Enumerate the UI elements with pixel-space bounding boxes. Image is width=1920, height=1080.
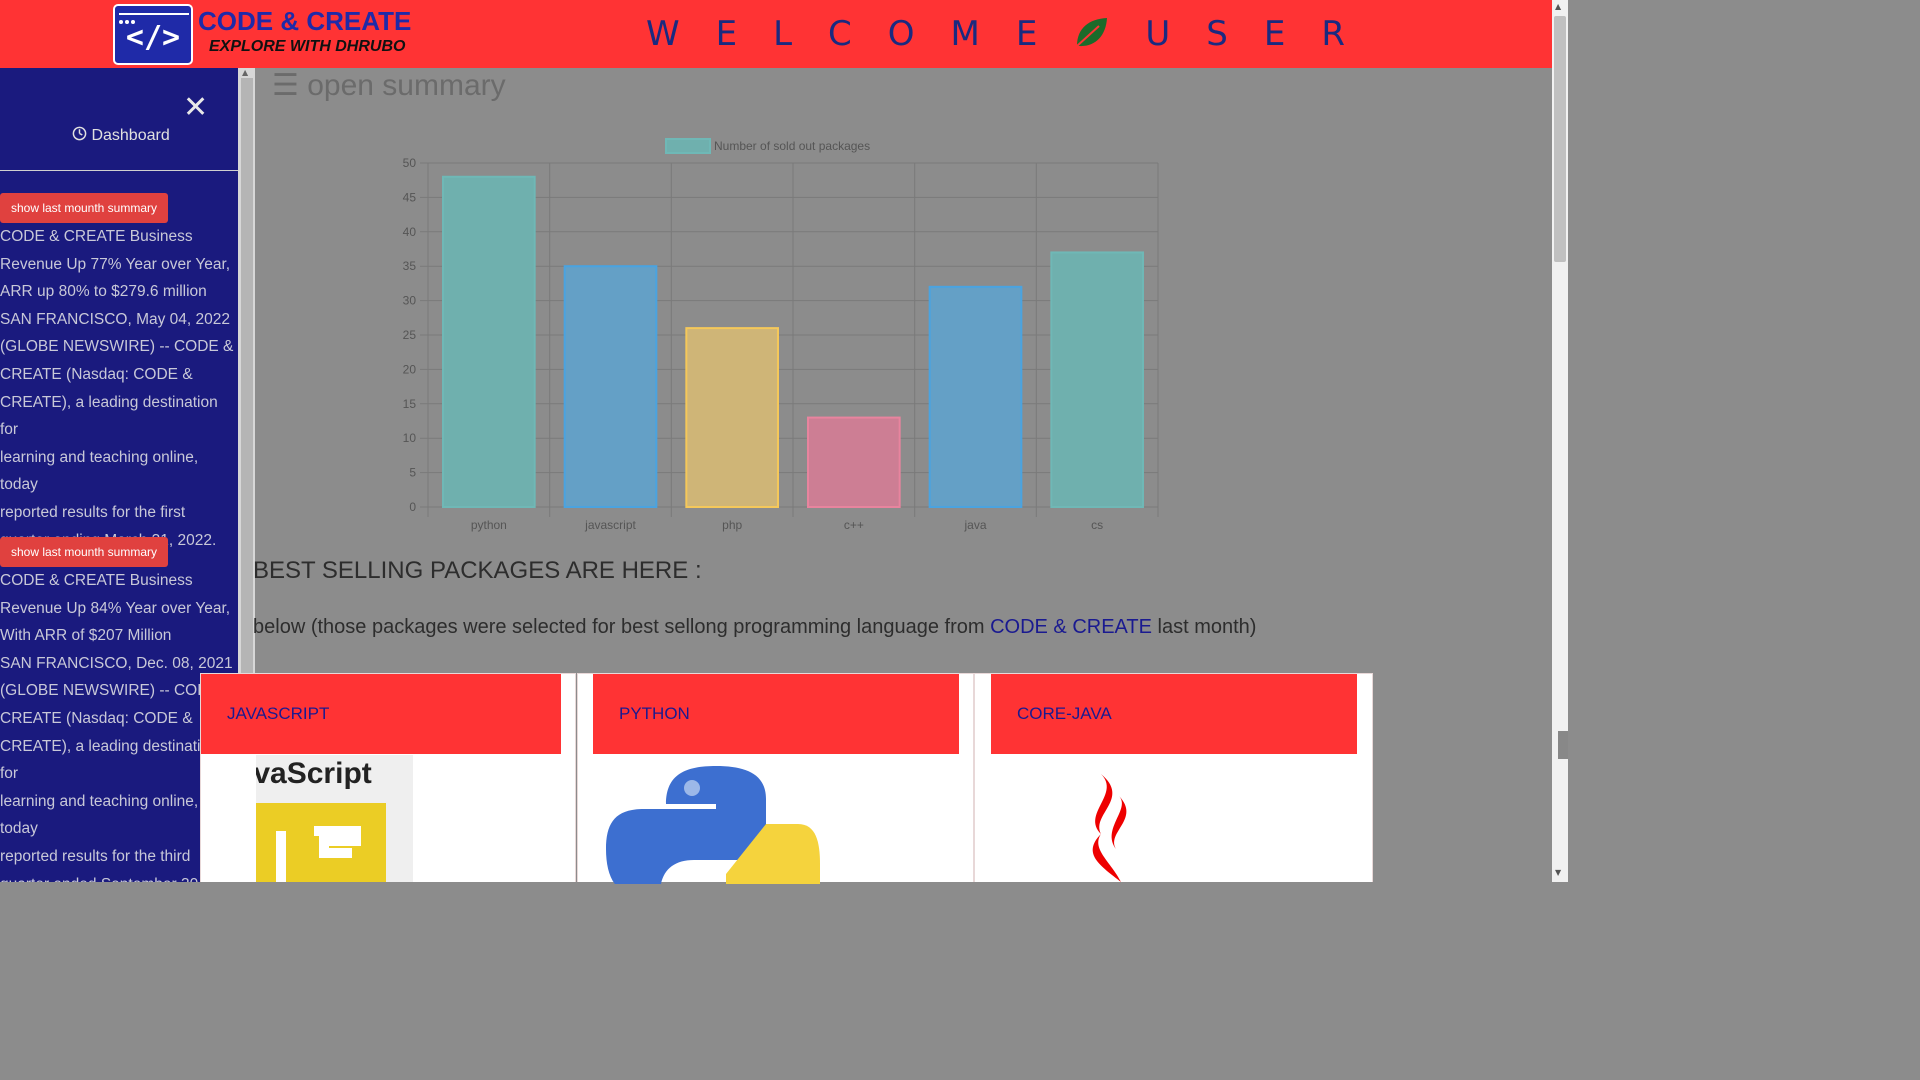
welcome-banner: WELCOME USER	[646, 14, 1381, 59]
y-tick-label: 0	[409, 500, 416, 514]
summary-line: Revenue Up 77% Year over Year,	[0, 255, 231, 273]
scroll-down-arrow-icon[interactable]: ▼	[1555, 868, 1561, 877]
y-tick-label: 40	[403, 225, 417, 239]
summary-line: ARR up 80% to $279.6 million	[0, 283, 207, 301]
y-tick-label: 25	[403, 328, 417, 342]
description-text: last month)	[1151, 616, 1257, 638]
summary-line: SAN FRANCISCO, May 04, 2022	[0, 310, 230, 328]
brand-subtitle: EXPLORE WITH DHRUBO	[209, 38, 406, 55]
y-tick-label: 45	[403, 190, 417, 204]
close-icon[interactable]: ✕	[183, 90, 208, 125]
python-logo-icon	[606, 764, 821, 894]
description-text: below (those packages were selected for …	[253, 616, 991, 638]
sales-bar-chart: 0 5 10 15 20 25 30 35 40 45 50 python javascript php c…	[403, 138, 1159, 532]
best-selling-heading: BEST SELLING PACKAGES ARE HERE :	[253, 557, 702, 584]
summary-line: reported results for the first	[0, 503, 186, 521]
y-tick-label: 50	[403, 156, 417, 170]
x-tick-label: php	[722, 518, 742, 532]
summary-line: Revenue Up 84% Year over Year,	[0, 599, 231, 617]
scroll-up-arrow-icon[interactable]: ▲	[1555, 2, 1561, 11]
brand-title: CODE & CREATE	[198, 6, 412, 36]
bar-c++[interactable]	[807, 416, 901, 508]
bar-python[interactable]	[442, 175, 536, 508]
js-shield-icon	[256, 803, 386, 882]
x-tick-label: java	[963, 518, 986, 532]
show-summary-button[interactable]: show last mounth summary	[0, 537, 168, 567]
y-tick-label: 35	[403, 259, 417, 273]
page-scrollbar-thumb[interactable]	[1554, 16, 1566, 262]
bar-php[interactable]	[685, 327, 780, 508]
card-title: PYTHON	[593, 674, 959, 754]
y-tick-label: 10	[403, 431, 417, 445]
bar-cs[interactable]	[1050, 251, 1144, 508]
scroll-position-marker	[1558, 731, 1568, 759]
show-summary-button[interactable]: show last mounth summary	[0, 193, 168, 223]
summary-line: learning and teaching online, today	[0, 448, 199, 494]
legend-label[interactable]: Number of sold out packages	[714, 139, 870, 153]
x-tick-label: cs	[1091, 518, 1103, 532]
best-selling-description: below (those packages were selected for …	[253, 616, 1256, 639]
brand-mention: CODE & CREATE	[990, 616, 1152, 638]
legend-swatch[interactable]	[665, 138, 711, 154]
javascript-logo-text: JavaScript	[256, 757, 372, 790]
leaf-icon	[1073, 16, 1109, 59]
y-tick-label: 30	[403, 294, 417, 308]
bar-javascript[interactable]	[563, 265, 658, 508]
y-tick-label: 15	[403, 397, 417, 411]
summary-line: (GLOBE NEWSWIRE) -- CODE &	[0, 338, 234, 356]
javascript-logo-image: JavaScript	[256, 755, 413, 882]
card-title: JAVASCRIPT	[201, 674, 561, 754]
x-tick-label: c++	[844, 518, 864, 532]
java-logo-icon	[1071, 774, 1171, 888]
dashboard-icon	[72, 126, 87, 144]
logo-window-dots	[119, 9, 189, 24]
y-tick-label: 5	[409, 466, 416, 480]
bar-java[interactable]	[928, 285, 1023, 508]
x-tick-label: python	[471, 518, 507, 532]
code-icon: </>	[125, 20, 181, 55]
x-tick-label: javascript	[584, 518, 636, 532]
y-tick-label: 20	[403, 362, 417, 376]
brand-logo[interactable]: </>	[113, 4, 193, 65]
summary-line: CODE & CREATE Business	[0, 572, 193, 589]
package-card-core-java[interactable]: CORE-JAVA	[974, 673, 1373, 882]
card-title: CORE-JAVA	[991, 674, 1357, 754]
summary-line: CODE & CREATE Business	[0, 228, 193, 245]
summary-line: With ARR of $207 Million	[0, 627, 172, 645]
scroll-up-arrow-icon[interactable]: ▲	[242, 68, 248, 77]
dashboard-label: Dashboard	[91, 127, 170, 144]
summary-line: CREATE), a leading destination for	[0, 393, 218, 439]
package-card-python[interactable]: PYTHON	[577, 673, 974, 894]
open-summary-button[interactable]: ☰ open summary	[272, 68, 506, 103]
sidebar-divider	[0, 170, 238, 171]
summary-line: CREATE (Nasdaq: CODE &	[0, 365, 193, 383]
dashboard-link[interactable]: Dashboard	[72, 126, 170, 145]
welcome-word: WELCOME	[646, 14, 1074, 54]
summary-text: CODE & CREATE Business Revenue Up 77% Ye…	[0, 223, 238, 554]
user-word: USER	[1145, 14, 1381, 54]
top-header: </> CODE & CREATE EXPLORE WITH DHRUBO WE…	[0, 0, 1552, 68]
